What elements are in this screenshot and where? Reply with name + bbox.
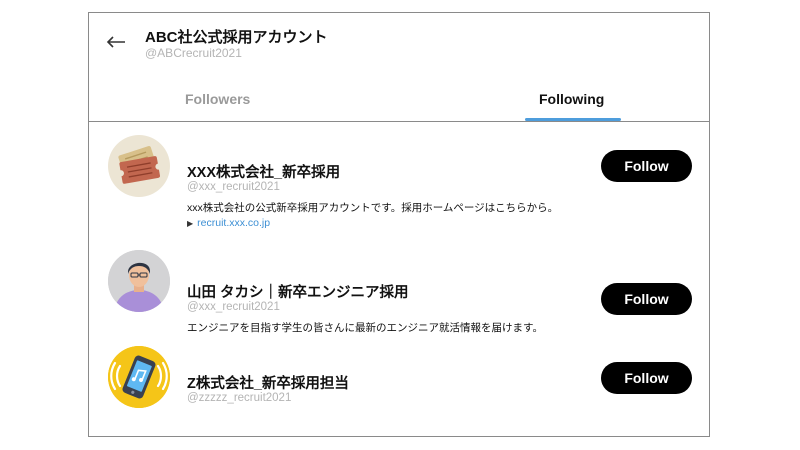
- ringing-phone-icon: [108, 346, 170, 408]
- user-list-item[interactable]: XXX株式会社_新卒採用 @xxx_recruit2021 xxx株式会社の公式…: [89, 134, 709, 244]
- account-name: ABC社公式採用アカウント: [145, 29, 328, 46]
- triangle-right-icon: ▶: [187, 219, 194, 228]
- user-bio: xxx株式会社の公式新卒採用アカウントです。採用ホームページはこちらから。: [187, 202, 559, 214]
- tickets-icon: [117, 146, 162, 184]
- user-list-item[interactable]: Z株式会社_新卒採用担当 @zzzzz_recruit2021 Follow: [89, 346, 709, 426]
- avatar[interactable]: [108, 135, 170, 197]
- avatar[interactable]: [108, 250, 170, 312]
- back-arrow-icon[interactable]: [105, 35, 127, 49]
- bio-link-line: ▶ recruit.xxx.co.jp: [187, 217, 270, 229]
- user-list-item[interactable]: 山田 タカシ｜新卒エンジニア採用 @xxx_recruit2021 エンジニアを…: [89, 250, 709, 342]
- account-handle: @ABCrecruit2021: [145, 46, 242, 60]
- tab-followers[interactable]: Followers: [185, 91, 250, 107]
- tab-bar: Followers Following: [89, 85, 709, 122]
- user-handle: @xxx_recruit2021: [187, 181, 280, 193]
- profile-header: ABC社公式採用アカウント @ABCrecruit2021: [89, 13, 709, 73]
- tab-following[interactable]: Following: [539, 91, 604, 107]
- user-bio: エンジニアを目指す学生の皆さんに最新のエンジニア就活情報を届けます。: [187, 322, 543, 334]
- avatar[interactable]: [108, 346, 170, 408]
- user-name[interactable]: 山田 タカシ｜新卒エンジニア採用: [187, 281, 409, 302]
- person-icon: [108, 250, 170, 312]
- follow-button[interactable]: Follow: [601, 283, 692, 315]
- user-name[interactable]: XXX株式会社_新卒採用: [187, 161, 340, 182]
- user-handle: @zzzzz_recruit2021: [187, 392, 292, 404]
- user-name[interactable]: Z株式会社_新卒採用担当: [187, 372, 349, 393]
- follow-button[interactable]: Follow: [601, 362, 692, 394]
- following-panel: ABC社公式採用アカウント @ABCrecruit2021 Followers …: [88, 12, 710, 437]
- follow-button[interactable]: Follow: [601, 150, 692, 182]
- user-handle: @xxx_recruit2021: [187, 301, 280, 313]
- bio-link[interactable]: recruit.xxx.co.jp: [197, 217, 270, 229]
- active-tab-indicator: [525, 118, 621, 121]
